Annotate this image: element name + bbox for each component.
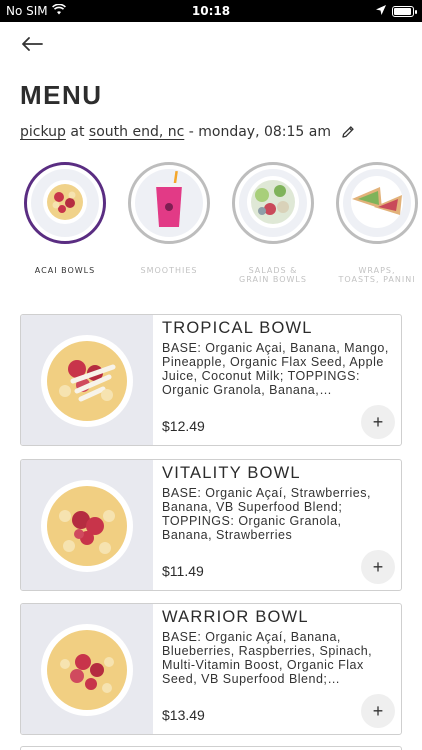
category-carousel: ACAI BOWLS SMOOTHIES SALADS & GRAIN BOWL… — [24, 162, 422, 292]
category-acai-bowls[interactable]: ACAI BOWLS — [20, 162, 110, 275]
item-description: BASE: Organic Açaí, Strawberries, Banana… — [162, 486, 371, 542]
page-title: MENU — [20, 80, 103, 110]
add-to-cart-button[interactable]: + — [361, 694, 395, 728]
warrior-bowl-image — [21, 604, 153, 734]
item-description: BASE: Organic Açai, Banana, Mango, Pinea… — [162, 341, 389, 397]
category-label-line1: WRAPS, — [358, 266, 396, 275]
menu-item-card[interactable]: VITALITY BOWL BASE: Organic Açaí, Strawb… — [20, 459, 402, 591]
location-link[interactable]: south end, nc — [89, 124, 184, 140]
smoothie-thumbnail — [135, 169, 203, 237]
battery-icon — [392, 5, 417, 17]
menu-item-card[interactable]: WARRIOR BOWL BASE: Organic Açaí, Banana,… — [20, 603, 402, 735]
item-name: WARRIOR BOWL — [162, 608, 309, 626]
acai-bowl-thumbnail — [31, 169, 99, 237]
edit-pencil-icon[interactable] — [341, 125, 355, 139]
status-bar: No SIM 10:18 — [0, 0, 422, 22]
category-salads-grain-bowls[interactable]: SALADS & GRAIN BOWLS — [228, 162, 318, 284]
order-mode-link[interactable]: pickup — [20, 124, 66, 140]
add-to-cart-button[interactable]: + — [361, 405, 395, 439]
order-at-text: at — [70, 124, 85, 140]
item-price: $11.49 — [162, 563, 204, 579]
pickup-datetime: - monday, 08:15 am — [188, 124, 331, 140]
status-time: 10:18 — [191, 4, 231, 18]
category-label-line1: SALADS & — [248, 266, 298, 275]
wrap-thumbnail — [343, 169, 411, 237]
item-price: $12.49 — [162, 418, 205, 434]
menu-item-card-partial[interactable] — [20, 746, 402, 750]
add-to-cart-button[interactable]: + — [361, 550, 395, 584]
tropical-bowl-image — [21, 315, 153, 445]
item-description: BASE: Organic Açaí, Banana, Blueberries,… — [162, 630, 373, 686]
item-name: VITALITY BOWL — [162, 464, 301, 482]
category-label-line1: ACAI BOWLS — [34, 266, 96, 275]
order-info: pickup at south end, nc - monday, 08:15 … — [20, 124, 355, 140]
category-label-line1: SMOOTHIES — [140, 266, 198, 275]
back-button[interactable] — [18, 30, 46, 58]
category-label-line2: TOASTS, PANINI — [338, 275, 416, 284]
category-wraps-toasts-panini[interactable]: WRAPS, TOASTS, PANINI — [332, 162, 422, 284]
salad-thumbnail — [239, 169, 307, 237]
category-smoothies[interactable]: SMOOTHIES — [124, 162, 214, 275]
location-arrow-icon — [376, 4, 386, 18]
category-label-line2: GRAIN BOWLS — [239, 275, 307, 284]
item-name: TROPICAL BOWL — [162, 319, 313, 337]
back-arrow-icon — [22, 37, 43, 51]
menu-item-card[interactable]: TROPICAL BOWL BASE: Organic Açai, Banana… — [20, 314, 402, 446]
vitality-bowl-image — [21, 460, 153, 590]
item-price: $13.49 — [162, 707, 205, 723]
